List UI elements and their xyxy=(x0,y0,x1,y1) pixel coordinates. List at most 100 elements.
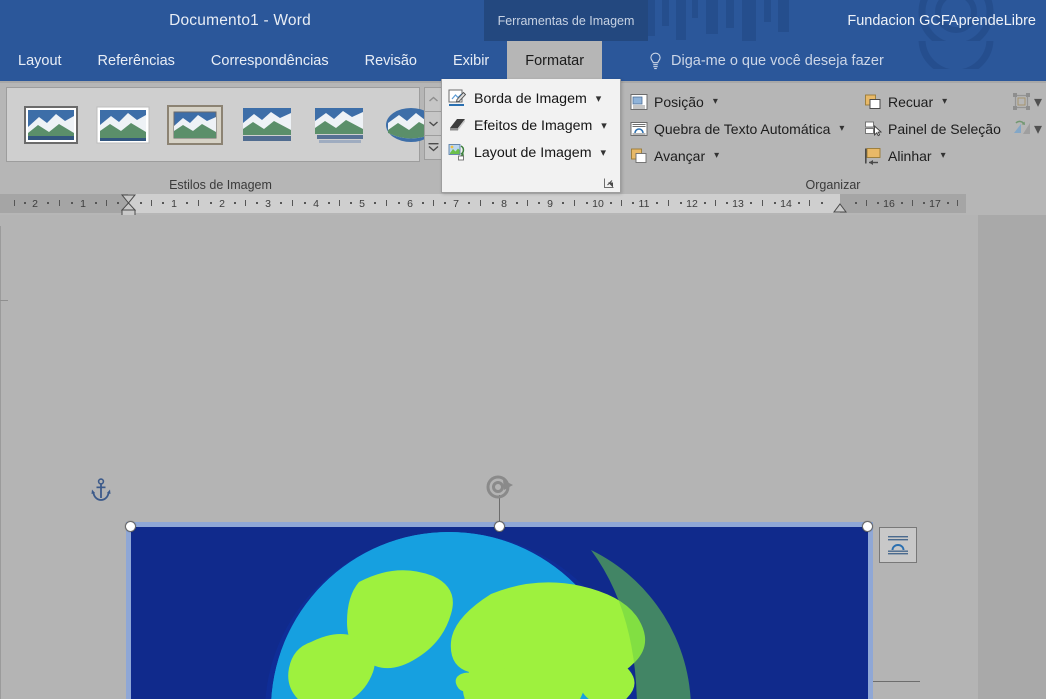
align-icon xyxy=(865,147,881,165)
layout-options-icon xyxy=(888,536,908,555)
document-area[interactable]: GCF AprendeLibre.org xyxy=(0,215,1046,699)
title-bar: Documento1 - Word Ferramentas de Imagem … xyxy=(0,0,1046,41)
recuar-caret: ▾ xyxy=(942,96,948,107)
posicao-button[interactable]: Posição ▾ xyxy=(626,89,856,114)
organizar-column-two: Recuar ▾ Painel de Seleção Alinhar ▾ xyxy=(860,89,1001,168)
right-indent-marker[interactable] xyxy=(833,203,847,213)
layout-de-imagem-item[interactable]: Layout de Imagem ▾ xyxy=(448,139,614,166)
more-styles-icon xyxy=(428,143,438,152)
ruler-label: 9 xyxy=(547,197,553,210)
quebra-texto-label: Quebra de Texto Automática xyxy=(654,120,831,137)
text-cursor-line xyxy=(0,300,8,301)
group-label-estilos: Estilos de Imagem xyxy=(169,178,272,192)
quebra-texto-button[interactable]: Quebra de Texto Automática ▾ xyxy=(626,116,856,141)
alinhar-label: Alinhar xyxy=(888,147,932,164)
picture-style-thumb-selected[interactable] xyxy=(167,103,223,147)
picture-layout-icon xyxy=(448,144,465,161)
girar-button[interactable]: ▾ xyxy=(1008,116,1046,141)
ruler-label: 5 xyxy=(359,197,365,210)
borda-de-imagem-caret: ▾ xyxy=(595,93,602,105)
rotate-icon xyxy=(1014,120,1030,134)
picture-style-thumb[interactable] xyxy=(95,103,151,147)
gallery-scroll-up-button[interactable] xyxy=(424,87,442,111)
globe-illustration xyxy=(131,527,868,699)
organizar-column-one: Posição ▾ Quebra de Texto Automática ▾ A… xyxy=(626,89,856,168)
painel-selecao-button[interactable]: Painel de Seleção xyxy=(860,116,1001,141)
recuar-label: Recuar xyxy=(888,93,934,110)
ruler-label: 1 xyxy=(80,197,86,210)
rotate-handle-icon[interactable] xyxy=(486,474,514,500)
girar-caret: ▾ xyxy=(1034,120,1043,138)
bring-forward-icon xyxy=(631,148,647,163)
group-label-organizar: Organizar xyxy=(805,178,861,192)
scroll-down-icon xyxy=(428,121,438,127)
picture-style-thumb[interactable] xyxy=(23,103,79,147)
ruler-label: 1 xyxy=(171,197,177,210)
text-wrap-icon xyxy=(630,121,648,136)
tab-revisao[interactable]: Revisão xyxy=(347,41,435,81)
layout-de-imagem-label: Layout de Imagem xyxy=(474,144,592,161)
horizontal-ruler[interactable]: 2 1 1 2 3 4 5 6 7 8 9 10 11 12 13 14 16 … xyxy=(0,192,1046,217)
dialog-launcher-button[interactable] xyxy=(602,176,616,190)
agrupar-caret: ▾ xyxy=(1034,93,1043,111)
ribbon-tabs: Layout Referências Correspondências Revi… xyxy=(0,41,603,81)
tab-layout[interactable]: Layout xyxy=(0,41,80,81)
ruler-label: 8 xyxy=(501,197,507,210)
resize-handle-top-right[interactable] xyxy=(862,521,873,532)
selected-image-container[interactable]: GCF AprendeLibre.org xyxy=(125,475,917,699)
gallery-scroll-down-button[interactable] xyxy=(424,111,442,135)
recuar-button[interactable]: Recuar ▾ xyxy=(860,89,1000,114)
resize-handle-top-center[interactable] xyxy=(494,521,505,532)
word-window: Documento1 - Word Ferramentas de Imagem … xyxy=(0,0,1046,699)
layout-de-imagem-caret: ▾ xyxy=(600,147,607,159)
avancar-button[interactable]: Avançar ▾ xyxy=(626,143,856,168)
ruler-label: 12 xyxy=(686,197,698,210)
picture-border-icon xyxy=(448,89,467,106)
ruler-tail xyxy=(966,194,1046,213)
picture-style-thumb[interactable] xyxy=(311,103,367,147)
send-backward-icon xyxy=(865,94,881,109)
selection-pane-icon xyxy=(865,121,882,136)
efeitos-de-imagem-label: Efeitos de Imagem xyxy=(474,117,593,134)
organizar-column-three: ▾ ▾ xyxy=(1008,89,1046,141)
tab-referencias[interactable]: Referências xyxy=(80,41,193,81)
tab-correspondencias[interactable]: Correspondências xyxy=(193,41,347,81)
position-icon xyxy=(630,93,648,110)
tab-formatar[interactable]: Formatar xyxy=(507,41,603,81)
quebra-texto-caret: ▾ xyxy=(839,123,845,134)
account-name[interactable]: Fundacion GCFAprendeLibre xyxy=(847,0,1036,41)
layout-options-button[interactable] xyxy=(879,527,917,563)
anchor-icon xyxy=(91,478,111,501)
avancar-label: Avançar xyxy=(654,147,706,164)
document-title: Documento1 - Word xyxy=(169,11,311,29)
agrupar-button[interactable]: ▾ xyxy=(1008,89,1046,114)
tell-me-box[interactable]: Diga-me o que você deseja fazer xyxy=(648,41,884,81)
borda-de-imagem-item[interactable]: Borda de Imagem ▾ xyxy=(448,85,614,112)
ruler-label: 4 xyxy=(313,197,319,210)
tab-exibir[interactable]: Exibir xyxy=(435,41,507,81)
contextual-tool-label: Ferramentas de Imagem xyxy=(484,0,648,41)
alinhar-button[interactable]: Alinhar ▾ xyxy=(860,143,1000,168)
ruler-label: 10 xyxy=(592,197,604,210)
picture-styles-gallery[interactable] xyxy=(6,87,436,162)
ruler-label: 7 xyxy=(453,197,459,210)
picture-options-dropdown: Borda de Imagem ▾ Efeitos de Imagem ▾ La… xyxy=(441,79,621,193)
ruler-label: 2 xyxy=(32,197,38,210)
avancar-caret: ▾ xyxy=(714,150,720,161)
ruler-label: 6 xyxy=(407,197,413,210)
ruler-label: 16 xyxy=(883,197,895,210)
resize-handle-top-left[interactable] xyxy=(125,521,136,532)
efeitos-de-imagem-caret: ▾ xyxy=(601,120,607,132)
globe-picture[interactable]: GCF AprendeLibre.org xyxy=(131,527,868,699)
picture-effects-icon xyxy=(450,119,465,131)
borda-de-imagem-label: Borda de Imagem xyxy=(474,90,587,107)
group-estilos-de-imagem: Estilos de Imagem xyxy=(0,83,442,192)
gallery-more-button[interactable] xyxy=(424,135,442,160)
ribbon-tab-strip: Layout Referências Correspondências Revi… xyxy=(0,41,1046,81)
efeitos-de-imagem-item[interactable]: Efeitos de Imagem ▾ xyxy=(448,112,614,139)
painel-selecao-label: Painel de Seleção xyxy=(888,120,1001,137)
ruler-label: 11 xyxy=(638,197,650,210)
ruler-label: 13 xyxy=(732,197,744,210)
page-left-edge xyxy=(0,226,1,699)
picture-style-thumb[interactable] xyxy=(239,103,295,147)
